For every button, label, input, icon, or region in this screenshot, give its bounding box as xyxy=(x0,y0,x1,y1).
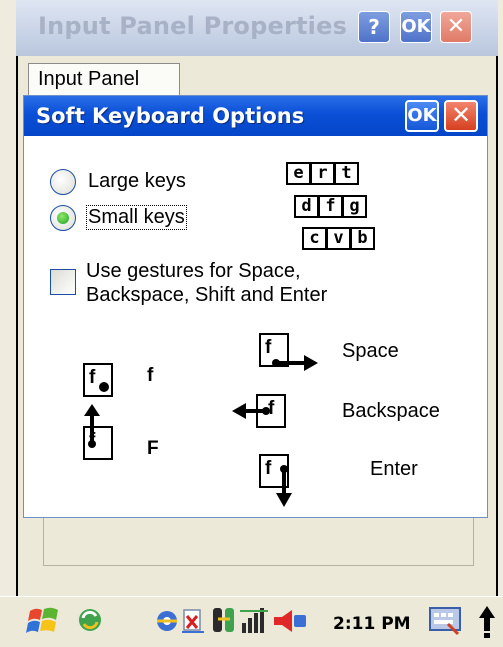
internet-explorer-icon[interactable] xyxy=(154,608,180,634)
preview-key: r xyxy=(310,162,335,185)
background-close-button[interactable]: ✕ xyxy=(440,11,472,43)
enter-down-arrow-icon xyxy=(276,465,292,507)
use-gestures-label-line1[interactable]: Use gestures for Space, xyxy=(86,260,301,283)
backspace-left-arrow-icon xyxy=(232,403,270,419)
dialog-title: Soft Keyboard Options xyxy=(36,104,305,128)
large-keys-radio[interactable] xyxy=(50,169,76,195)
device-screen: Input Panel Properties ? OK ✕ Input Pane… xyxy=(0,0,503,647)
preview-key: e xyxy=(286,162,311,185)
preview-key: v xyxy=(326,227,351,250)
background-ok-button[interactable]: OK xyxy=(400,11,432,43)
preview-key: f xyxy=(318,195,343,218)
preview-key: t xyxy=(334,162,359,185)
signal-icon[interactable] xyxy=(240,605,270,637)
tap-dot-icon xyxy=(99,382,109,392)
arrow-up-icon[interactable] xyxy=(476,604,498,640)
background-group-box xyxy=(43,512,474,566)
tap-result: f xyxy=(147,365,154,386)
tab-input-panel[interactable]: Input Panel xyxy=(28,63,180,97)
input-panel-icon[interactable] xyxy=(428,604,464,638)
dialog-ok-button[interactable]: OK xyxy=(405,100,439,132)
soft-keyboard-options-dialog: Soft Keyboard Options OK ✕ Large keys Sm… xyxy=(23,95,488,518)
shift-up-arrow-icon xyxy=(84,404,100,448)
use-gestures-label-line2[interactable]: Backspace, Shift and Enter xyxy=(86,284,327,307)
space-right-arrow-icon xyxy=(272,355,318,371)
shift-result: F xyxy=(147,438,159,459)
clock[interactable]: 2:11 PM xyxy=(333,614,411,634)
sync-icon[interactable] xyxy=(76,606,104,634)
small-keys-radio[interactable] xyxy=(50,205,76,231)
network-icon[interactable] xyxy=(210,605,238,637)
space-label: Space xyxy=(342,340,399,362)
dialog-titlebar: Soft Keyboard Options OK ✕ xyxy=(24,96,487,136)
use-gestures-checkbox[interactable] xyxy=(50,269,76,295)
connection-icon[interactable] xyxy=(180,606,206,636)
backspace-label: Backspace xyxy=(342,400,440,422)
radio-selected-dot xyxy=(57,212,69,224)
preview-key: b xyxy=(350,227,375,250)
preview-key: d xyxy=(294,195,319,218)
preview-key: c xyxy=(302,227,327,250)
preview-key: g xyxy=(342,195,367,218)
enter-label: Enter xyxy=(370,458,418,480)
background-window-title: Input Panel Properties xyxy=(38,12,348,40)
small-keys-label[interactable]: Small keys xyxy=(86,205,187,230)
large-keys-label[interactable]: Large keys xyxy=(88,170,186,193)
windows-start-icon[interactable] xyxy=(26,603,62,639)
help-button[interactable]: ? xyxy=(358,11,390,43)
speaker-icon[interactable] xyxy=(270,606,308,636)
dialog-close-button[interactable]: ✕ xyxy=(444,100,478,132)
